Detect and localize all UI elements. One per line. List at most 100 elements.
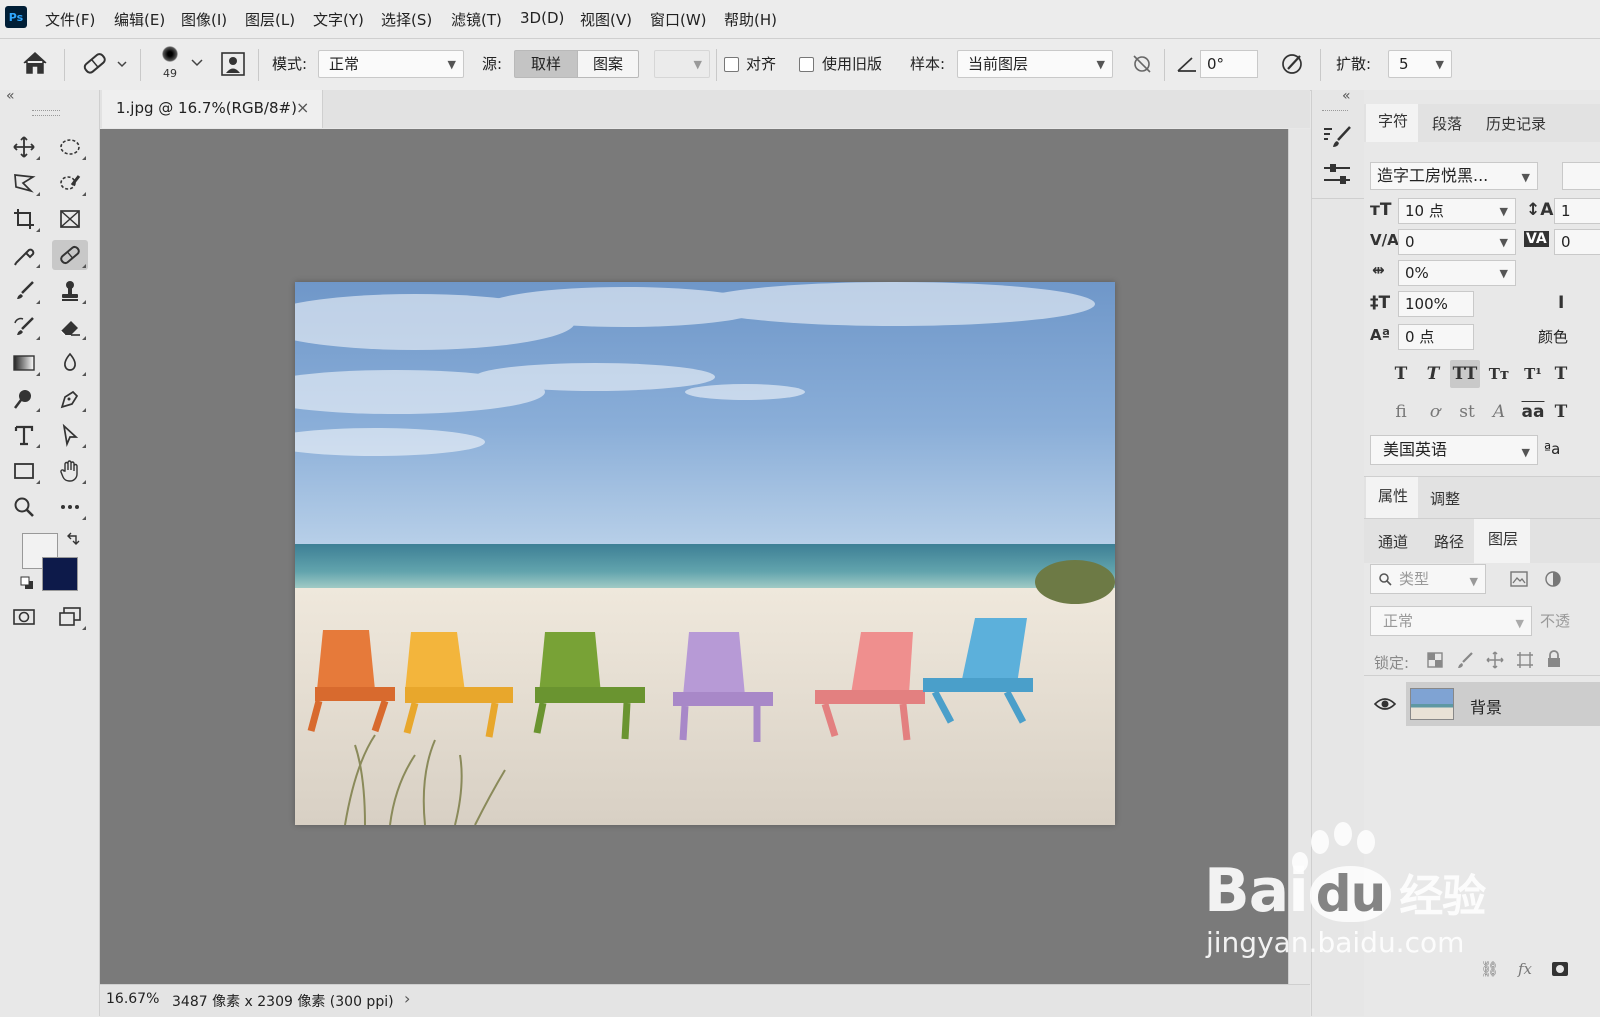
pen-tool-icon[interactable] xyxy=(52,384,88,414)
menu-filter[interactable]: 滤镜(T) xyxy=(451,9,502,30)
menu-layer[interactable]: 图层(L) xyxy=(245,9,295,30)
brush-tool-icon[interactable] xyxy=(6,276,42,306)
angle-input[interactable]: 0° xyxy=(1200,50,1258,78)
menu-window[interactable]: 窗口(W) xyxy=(650,9,707,30)
healing-brush-tool-icon[interactable] xyxy=(52,240,88,270)
menu-3d[interactable]: 3D(D) xyxy=(520,9,564,27)
quick-selection-tool-icon[interactable] xyxy=(52,168,88,198)
tab-channels[interactable]: 通道 xyxy=(1378,531,1408,552)
swash-button[interactable]: st xyxy=(1452,398,1482,426)
layer-row-background[interactable]: 背景 xyxy=(1364,682,1600,726)
default-colors-icon[interactable] xyxy=(20,576,34,594)
ordinals-button[interactable]: T xyxy=(1550,398,1572,426)
filter-pixel-layer-icon[interactable] xyxy=(1510,571,1528,591)
link-layers-icon[interactable]: ⛓ xyxy=(1480,960,1499,978)
menu-help[interactable]: 帮助(H) xyxy=(724,9,777,30)
aligned-checkbox[interactable] xyxy=(724,57,739,72)
brush-size-picker[interactable]: 49 xyxy=(155,44,185,86)
tab-paths[interactable]: 路径 xyxy=(1434,531,1464,552)
faux-italic-button[interactable]: T xyxy=(1418,360,1448,388)
menu-select[interactable]: 选择(S) xyxy=(381,9,432,30)
collapse-right-icon[interactable]: « xyxy=(1342,88,1351,104)
eyedropper-tool-icon[interactable] xyxy=(6,240,42,270)
vertical-scale-field[interactable]: 100% xyxy=(1398,291,1474,317)
crop-tool-icon[interactable] xyxy=(6,204,42,234)
tab-properties[interactable]: 属性 xyxy=(1366,477,1418,519)
ignore-adjustment-layers-icon[interactable] xyxy=(1130,52,1154,80)
swap-colors-icon[interactable] xyxy=(66,532,80,550)
sample-dropdown[interactable]: 当前图层 ▼ xyxy=(957,50,1113,78)
status-zoom[interactable]: 16.67% xyxy=(106,991,159,1007)
source-pattern-button[interactable]: 图案 xyxy=(577,50,639,78)
diffusion-dropdown[interactable]: 5 ▼ xyxy=(1388,50,1452,78)
pattern-picker[interactable]: ▼ xyxy=(654,50,710,78)
tracking-field[interactable]: 0 xyxy=(1554,229,1600,255)
status-menu-arrow-icon[interactable]: › xyxy=(404,989,410,1008)
collapse-left-icon[interactable]: « xyxy=(6,88,15,104)
drag-grip[interactable] xyxy=(32,110,60,116)
vertical-scrollbar[interactable] xyxy=(1288,129,1311,984)
background-color-swatch[interactable] xyxy=(42,557,78,591)
drag-grip[interactable] xyxy=(1322,110,1348,111)
font-size-field[interactable]: 10 点 ▼ xyxy=(1398,198,1516,224)
tab-character[interactable]: 字符 xyxy=(1366,104,1418,142)
dodge-tool-icon[interactable] xyxy=(6,384,42,414)
more-tools-icon[interactable] xyxy=(52,492,88,522)
blend-mode-dropdown[interactable]: 正常 ▼ xyxy=(1370,606,1532,636)
language-dropdown[interactable]: 美国英语 ▼ xyxy=(1370,435,1538,465)
mode-dropdown[interactable]: 正常 ▼ xyxy=(318,50,464,78)
rectangle-tool-icon[interactable] xyxy=(6,456,42,486)
menu-image[interactable]: 图像(I) xyxy=(181,9,227,30)
kerning-field[interactable]: 0 ▼ xyxy=(1398,229,1516,255)
tab-adjustments[interactable]: 调整 xyxy=(1430,488,1460,509)
pressure-brush-icon[interactable] xyxy=(1280,51,1306,81)
move-tool-icon[interactable] xyxy=(6,132,42,162)
titling-alternates-button[interactable]: aa xyxy=(1518,398,1548,426)
lock-image-pixels-icon[interactable] xyxy=(1456,651,1474,673)
healing-brush-tool-preset-icon[interactable] xyxy=(80,50,130,82)
quick-mask-icon[interactable] xyxy=(6,602,42,632)
type-tool-icon[interactable] xyxy=(6,420,42,450)
tab-layers[interactable]: 图层 xyxy=(1474,519,1530,563)
legacy-checkbox[interactable] xyxy=(799,57,814,72)
font-style-dropdown[interactable] xyxy=(1562,162,1600,190)
superscript-button[interactable]: T¹ xyxy=(1518,360,1548,388)
all-caps-button[interactable]: TT xyxy=(1450,360,1480,388)
faux-bold-button[interactable]: T xyxy=(1386,360,1416,388)
home-icon[interactable] xyxy=(22,51,48,79)
frame-tool-icon[interactable] xyxy=(52,204,88,234)
lock-all-icon[interactable] xyxy=(1546,650,1562,672)
layer-item[interactable]: 背景 xyxy=(1406,682,1600,726)
anti-aliasing-icon[interactable]: ªa xyxy=(1544,440,1560,458)
canvas-area[interactable] xyxy=(100,129,1310,984)
add-mask-icon[interactable] xyxy=(1552,962,1568,976)
menu-edit[interactable]: 编辑(E) xyxy=(114,9,165,30)
lock-transparent-pixels-icon[interactable] xyxy=(1426,651,1444,673)
close-icon[interactable]: × xyxy=(296,98,309,117)
menu-view[interactable]: 视图(V) xyxy=(580,9,632,30)
menu-file[interactable]: 文件(F) xyxy=(45,9,95,30)
subscript-button[interactable]: T xyxy=(1550,360,1572,388)
menu-type[interactable]: 文字(Y) xyxy=(313,9,364,30)
pressure-size-icon[interactable] xyxy=(220,51,246,81)
source-sampled-button[interactable]: 取样 xyxy=(514,50,578,78)
layer-visibility-toggle[interactable] xyxy=(1364,682,1406,726)
path-selection-tool-icon[interactable] xyxy=(52,420,88,450)
brush-settings-icon[interactable] xyxy=(1322,124,1352,156)
gradient-tool-icon[interactable] xyxy=(6,348,42,378)
tsume-field[interactable]: 0% ▼ xyxy=(1398,260,1516,286)
lock-artboard-icon[interactable] xyxy=(1516,651,1534,673)
tab-history[interactable]: 历史记录 xyxy=(1486,113,1546,134)
document-tab[interactable]: 1.jpg @ 16.7%(RGB/8#) × xyxy=(102,90,323,128)
leading-field[interactable]: 1 xyxy=(1554,198,1600,224)
history-brush-tool-icon[interactable] xyxy=(6,312,42,342)
adjustments-sliders-icon[interactable] xyxy=(1322,162,1352,192)
old-style-button[interactable]: ơ xyxy=(1420,398,1450,426)
stylistic-alternates-button[interactable]: A xyxy=(1484,398,1514,426)
small-caps-button[interactable]: Tт xyxy=(1484,360,1514,388)
screen-mode-icon[interactable] xyxy=(52,602,88,632)
font-family-dropdown[interactable]: 造字工房悦黑... ▼ xyxy=(1370,162,1538,190)
marquee-tool-icon[interactable] xyxy=(52,132,88,162)
chevron-down-icon[interactable] xyxy=(190,55,204,73)
layer-style-icon[interactable]: fx xyxy=(1518,960,1532,978)
